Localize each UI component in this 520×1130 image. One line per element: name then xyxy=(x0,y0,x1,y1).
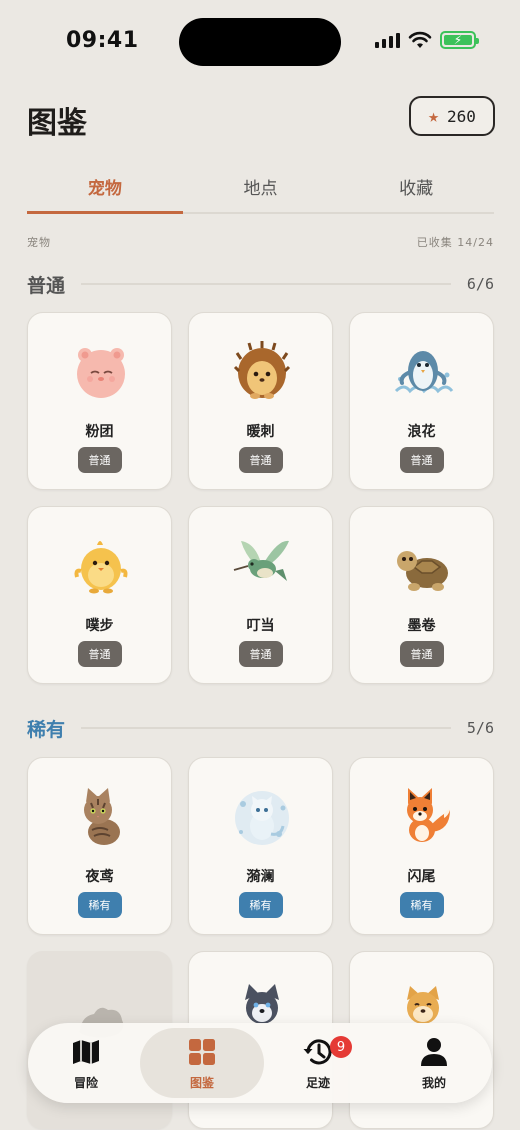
pet-name: 墨卷 xyxy=(407,618,436,634)
tab-pets[interactable]: 宠物 xyxy=(27,168,183,214)
rarity-tag: 稀有 xyxy=(238,892,283,918)
rarity-tag: 普通 xyxy=(77,447,122,473)
nav-collection[interactable]: 图鉴 xyxy=(140,1028,264,1098)
battery-charging-icon: ⚡ xyxy=(440,31,479,49)
pet-name: 夜鸢 xyxy=(85,869,114,885)
dynamic-island xyxy=(179,18,341,66)
chick-icon xyxy=(74,541,128,594)
status-time: 09:41 xyxy=(66,28,139,53)
section-divider xyxy=(81,283,451,285)
collection-tabs: 宠物 地点 收藏 xyxy=(27,168,494,214)
pet-name: 暖刺 xyxy=(246,424,275,440)
rarity-tag: 普通 xyxy=(77,641,122,667)
section-divider xyxy=(81,727,451,729)
pet-name: 叮当 xyxy=(246,618,275,634)
hummingbird-icon xyxy=(233,540,289,581)
section-title: 稀有 xyxy=(27,718,66,741)
pet-name: 噗步 xyxy=(85,618,114,634)
penguin-splash-icon xyxy=(394,351,454,394)
pet-name: 粉团 xyxy=(85,424,114,440)
pet-card[interactable]: 闪尾 稀有 xyxy=(349,757,494,935)
pet-card[interactable]: 浪花 普通 xyxy=(349,312,494,490)
nav-label: 图鉴 xyxy=(189,1075,214,1090)
star-count: 260 xyxy=(446,106,476,126)
tab-collection[interactable]: 收藏 xyxy=(338,168,494,212)
page-title: 图鉴 xyxy=(27,106,87,141)
pet-card[interactable]: 墨卷 普通 xyxy=(349,506,494,684)
section-title: 普通 xyxy=(27,274,66,297)
nav-footprints[interactable]: 足迹 9 xyxy=(260,1028,376,1098)
wifi-icon xyxy=(408,31,432,48)
rarity-tag: 普通 xyxy=(399,641,444,667)
rarity-tag: 稀有 xyxy=(399,892,444,918)
star-icon: ★ xyxy=(428,105,439,127)
water-spirit-icon xyxy=(235,791,289,845)
person-icon xyxy=(421,1037,447,1066)
pink-fluffball-icon xyxy=(77,348,125,398)
tab-places[interactable]: 地点 xyxy=(183,168,339,212)
pet-card[interactable]: 噗步 普通 xyxy=(27,506,172,684)
tabby-cat-icon xyxy=(84,788,120,845)
status-bar: 09:41 ⚡ xyxy=(0,0,520,84)
section-count: 6/6 xyxy=(466,275,494,293)
map-icon xyxy=(73,1039,99,1064)
nav-label: 我的 xyxy=(421,1075,446,1090)
fox-icon xyxy=(407,788,450,842)
pet-name: 闪尾 xyxy=(407,869,436,885)
nav-label: 足迹 xyxy=(305,1075,330,1090)
section-header-rare: 稀有 5/6 xyxy=(27,713,494,743)
star-count-badge[interactable]: ★ 260 xyxy=(409,96,495,136)
bottom-nav: 冒险 图鉴 足迹 9 我的 xyxy=(28,1023,492,1103)
pet-name: 漪澜 xyxy=(246,869,275,885)
grid-icon xyxy=(189,1038,215,1065)
pet-name: 浪花 xyxy=(407,424,436,440)
summary-category: 宠物 xyxy=(27,236,51,249)
pet-card[interactable]: 夜鸢 稀有 xyxy=(27,757,172,935)
rarity-tag: 普通 xyxy=(238,641,283,667)
collection-summary: 宠物 已收集 14/24 xyxy=(27,234,494,250)
summary-progress: 已收集 14/24 xyxy=(416,236,494,249)
nav-profile[interactable]: 我的 xyxy=(376,1028,492,1098)
rarity-tag: 普通 xyxy=(238,447,283,473)
cellular-signal-icon xyxy=(375,32,400,48)
hedgehog-icon xyxy=(233,341,291,399)
pet-card[interactable]: 粉团 普通 xyxy=(27,312,172,490)
pet-card[interactable]: 暖刺 普通 xyxy=(188,312,333,490)
pet-card[interactable]: 漪澜 稀有 xyxy=(188,757,333,935)
nav-adventure[interactable]: 冒险 xyxy=(28,1028,144,1098)
rarity-tag: 普通 xyxy=(399,447,444,473)
section-count: 5/6 xyxy=(466,719,494,737)
turtle-icon xyxy=(397,551,448,591)
pet-card[interactable]: 叮当 普通 xyxy=(188,506,333,684)
rarity-tag: 稀有 xyxy=(77,892,122,918)
section-header-common: 普通 6/6 xyxy=(27,269,494,299)
notification-badge: 9 xyxy=(330,1036,352,1058)
nav-label: 冒险 xyxy=(73,1075,98,1090)
history-icon xyxy=(303,1038,332,1064)
